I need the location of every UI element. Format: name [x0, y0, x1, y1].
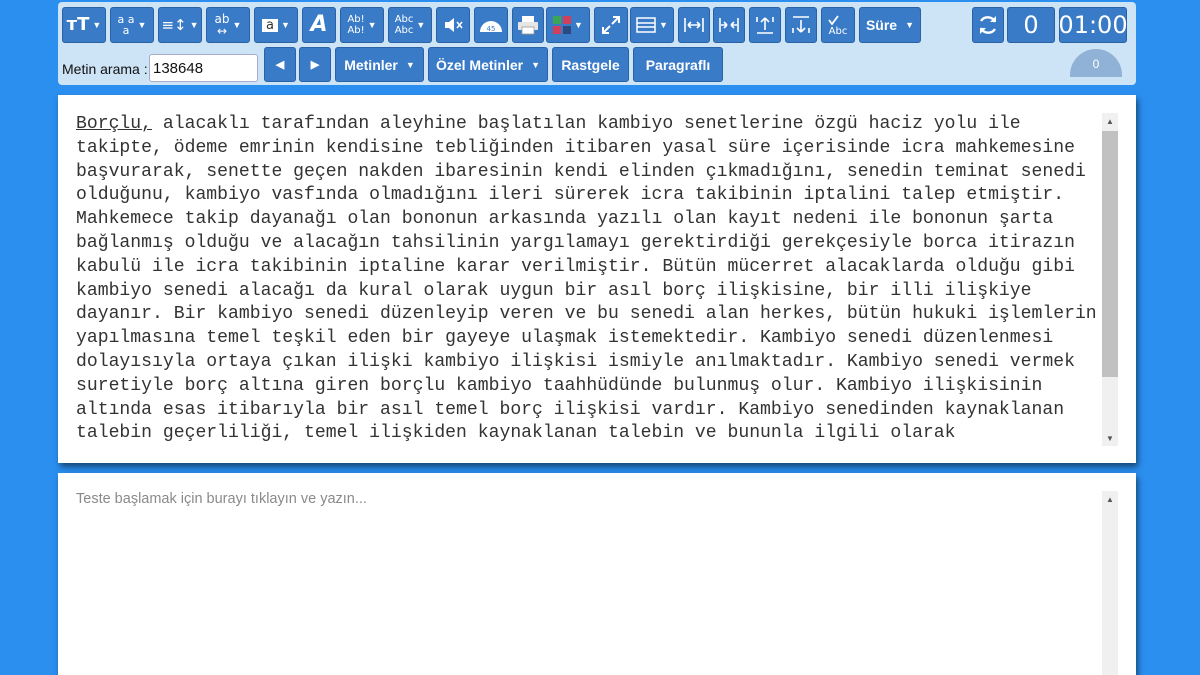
fullscreen-button[interactable]: [594, 7, 628, 43]
expand-width-button[interactable]: [678, 7, 710, 43]
chevron-down-icon: ▼: [367, 20, 377, 30]
typing-input[interactable]: [76, 491, 1096, 671]
font-color-icon: a: [262, 18, 279, 32]
refresh-icon: [979, 16, 997, 34]
speed-gauge-icon: 45: [480, 21, 502, 33]
toolbar: тT ▼ a a a ▼ ≡↕ ▼ ab ↔ ▼ a ▼ A Ab! Ab! ▼ Abc Abc ▼ …: [58, 2, 1136, 85]
random-button[interactable]: Rastgele: [552, 47, 629, 82]
mute-button[interactable]: [436, 7, 470, 43]
print-button[interactable]: [512, 7, 544, 43]
reading-text[interactable]: Borçlu, alacaklı tarafından aleyhine baş…: [76, 113, 1101, 446]
chevron-down-icon: ▼: [531, 59, 541, 70]
texts-label: Metinler: [344, 56, 398, 73]
svg-text:45: 45: [487, 25, 496, 33]
chevron-down-icon: ▼: [92, 20, 102, 30]
letter-spacing-button[interactable]: a a a ▼: [110, 7, 154, 43]
capitalize-button[interactable]: Ab! Ab! ▼: [340, 7, 384, 43]
case-button[interactable]: Abc Abc ▼: [388, 7, 432, 43]
move-down-button[interactable]: [785, 7, 817, 43]
word-spacing-button[interactable]: ab ↔ ▼: [206, 7, 250, 43]
svg-text:Abc: Abc: [829, 26, 848, 36]
next-button[interactable]: ▶: [299, 47, 331, 82]
scroll-up-icon[interactable]: ▲: [1102, 491, 1118, 507]
paragraphs-button[interactable]: Paragraflı: [633, 47, 723, 82]
capitalize-icon: Ab! Ab!: [347, 14, 365, 36]
chevron-right-icon: ▶: [310, 59, 320, 71]
chevron-down-icon: ▼: [232, 20, 242, 30]
font-style-button[interactable]: A: [302, 7, 336, 43]
reading-scrollbar[interactable]: ▲ ▼: [1102, 113, 1118, 446]
chevron-down-icon: ▼: [137, 20, 147, 30]
move-up-button[interactable]: [749, 7, 781, 43]
layout-button[interactable]: ▼: [630, 7, 674, 43]
paragraphs-label: Paragraflı: [645, 56, 711, 73]
typing-scrollbar[interactable]: ▲: [1102, 491, 1118, 675]
reading-body: alacaklı tarafından aleyhine başlatılan …: [76, 114, 1097, 444]
custom-texts-dropdown[interactable]: Özel Metinler ▼: [428, 47, 548, 82]
chevron-down-icon: ▼: [659, 20, 668, 30]
font-color-button[interactable]: a ▼: [254, 7, 298, 43]
typing-panel: ▲: [58, 473, 1136, 675]
reading-panel: Borçlu, alacaklı tarafından aleyhine baş…: [58, 95, 1136, 463]
mute-icon: [445, 18, 463, 32]
scroll-down-icon[interactable]: ▼: [1102, 430, 1118, 446]
search-label: Metin arama :: [62, 61, 148, 77]
font-size-button[interactable]: тT ▼: [62, 7, 106, 43]
move-down-icon: [792, 16, 810, 33]
texts-dropdown[interactable]: Metinler ▼: [335, 47, 424, 82]
search-input[interactable]: [149, 54, 258, 82]
chevron-down-icon: ▼: [416, 20, 426, 30]
fullscreen-icon: [602, 16, 620, 34]
case-icon: Abc Abc: [394, 14, 414, 36]
word-counter: 0: [1007, 7, 1055, 43]
speed-gauge: 0: [1070, 49, 1122, 77]
reading-scroll-thumb[interactable]: [1102, 131, 1118, 377]
color-palette-icon: [553, 16, 572, 34]
duration-label: Süre: [865, 17, 898, 33]
line-spacing-icon: ≡↕: [161, 15, 187, 34]
duration-button[interactable]: Süre ▼: [859, 7, 921, 43]
shrink-width-button[interactable]: [713, 7, 745, 43]
chevron-down-icon: ▼: [281, 20, 290, 30]
move-up-icon: [756, 17, 774, 34]
print-icon: [518, 16, 538, 35]
speed-button[interactable]: 45: [474, 7, 508, 43]
chevron-down-icon: ▼: [905, 20, 915, 30]
word-spacing-icon: ab ↔: [214, 12, 230, 38]
random-label: Rastgele: [561, 56, 620, 73]
font-style-icon: A: [310, 12, 328, 37]
chevron-down-icon: ▼: [405, 59, 415, 70]
refresh-button[interactable]: [972, 7, 1004, 43]
custom-texts-label: Özel Metinler: [435, 56, 524, 73]
chevron-down-icon: ▼: [574, 20, 583, 30]
expand-width-icon: [684, 18, 704, 32]
reading-first-word: Borçlu,: [76, 114, 153, 134]
font-size-icon: тT: [66, 14, 90, 35]
layout-icon: [636, 17, 656, 33]
line-spacing-button[interactable]: ≡↕ ▼: [158, 7, 202, 43]
timer-display: 01:00: [1058, 7, 1128, 43]
chevron-left-icon: ◀: [275, 59, 285, 71]
chevron-down-icon: ▼: [189, 20, 199, 30]
gauge-value: 0: [1092, 57, 1100, 71]
spellcheck-icon: Abc: [828, 15, 848, 36]
prev-button[interactable]: ◀: [264, 47, 296, 82]
color-palette-button[interactable]: ▼: [546, 7, 590, 43]
spellcheck-button[interactable]: Abc: [821, 7, 855, 43]
shrink-width-icon: [719, 18, 739, 32]
letter-spacing-icon: a aa: [117, 13, 135, 37]
scroll-up-icon[interactable]: ▲: [1102, 113, 1118, 129]
